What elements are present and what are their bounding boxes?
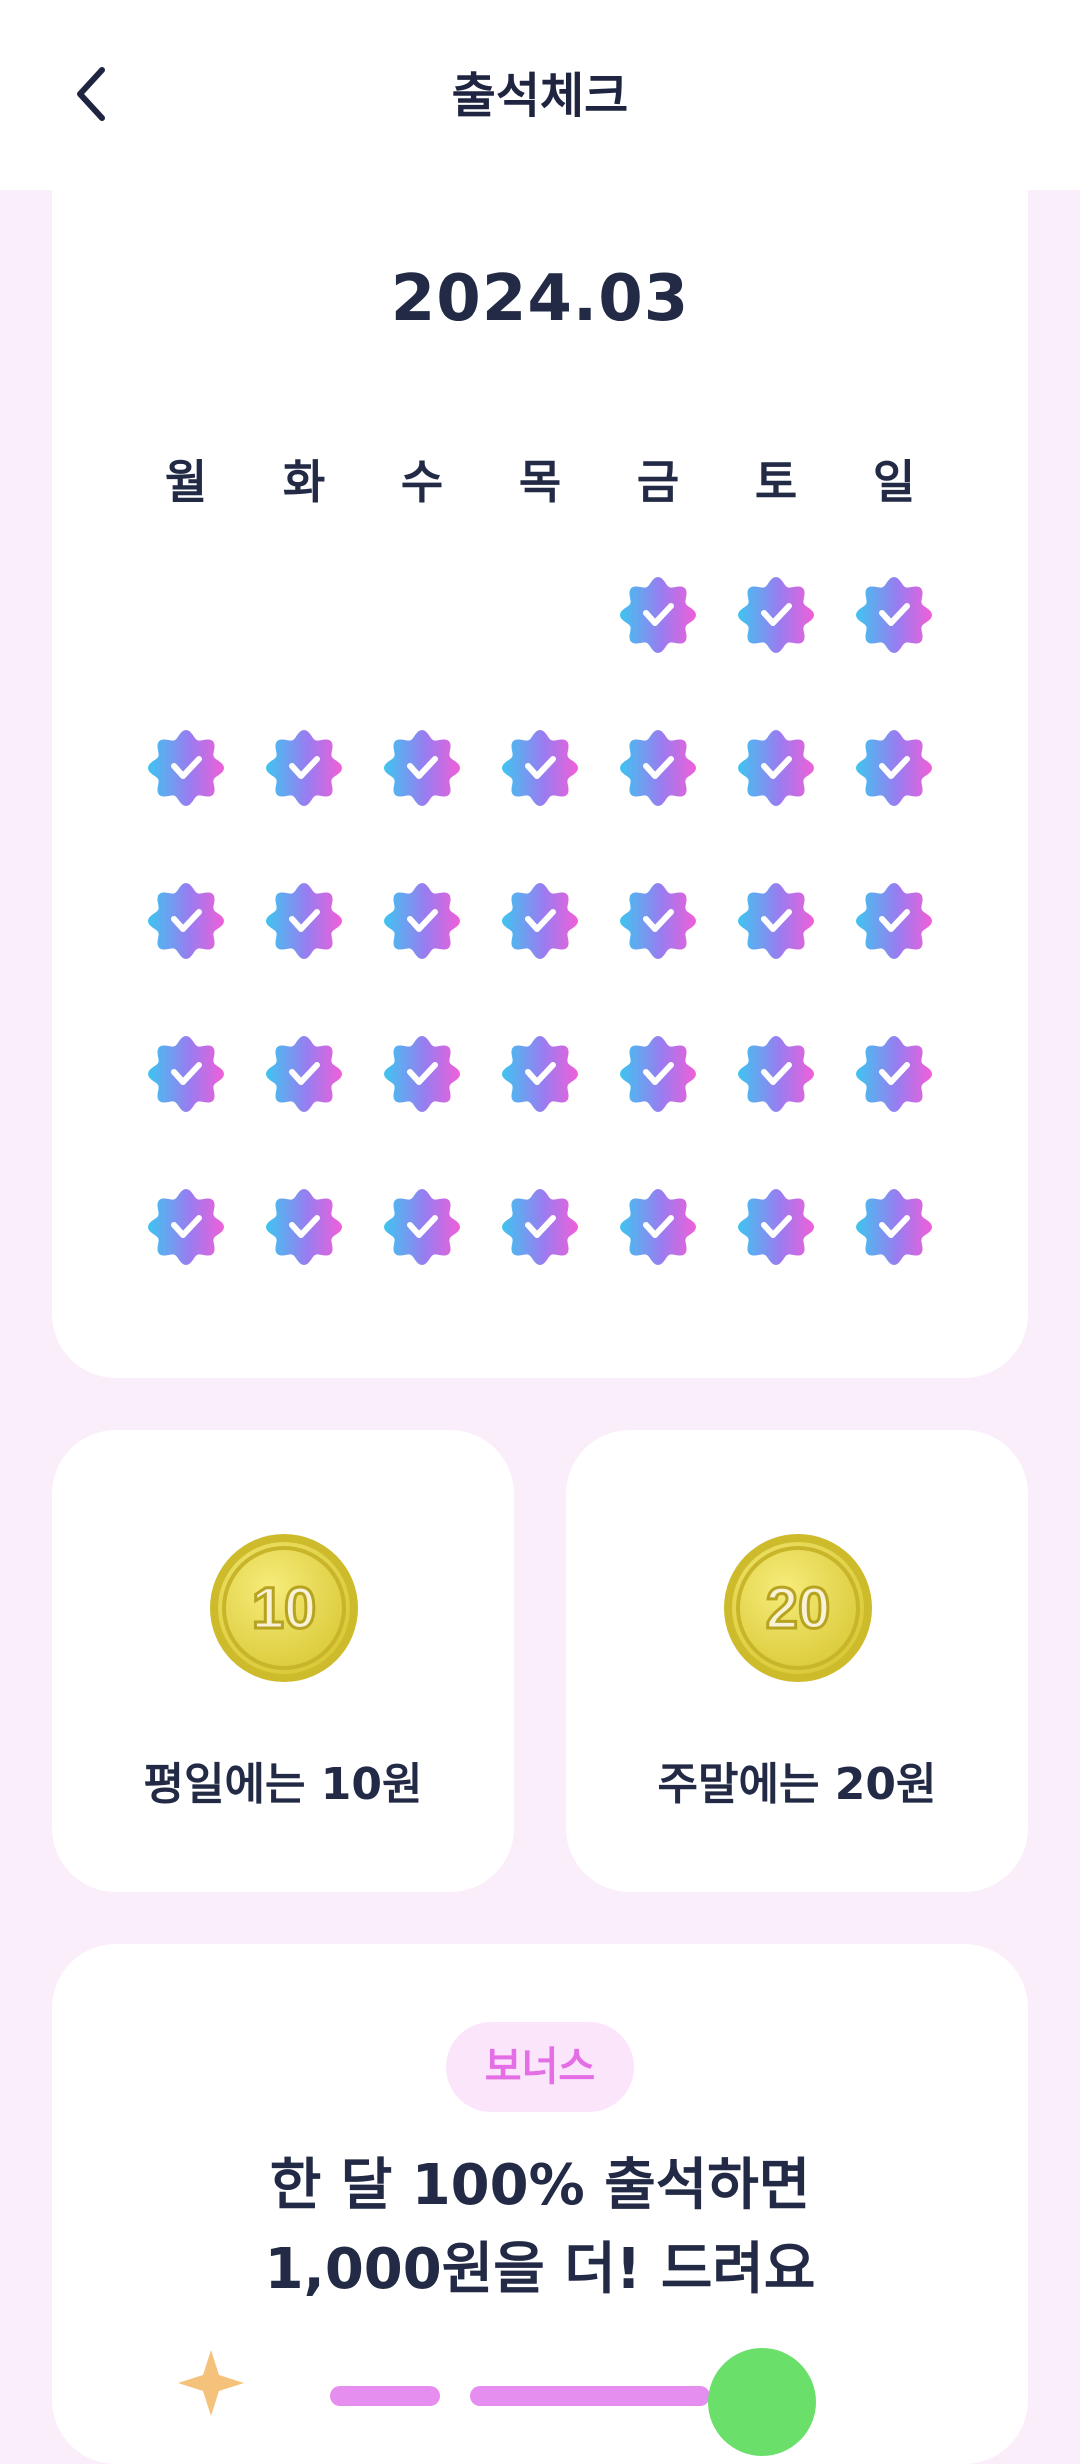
check-badge-icon <box>382 728 462 808</box>
check-badge-icon <box>500 1187 580 1267</box>
calendar-month: 2024.03 <box>390 262 690 336</box>
bonus-text-line-1: 한 달 100% 출석하면 <box>269 2153 811 2218</box>
check-badge-icon <box>854 575 934 655</box>
weekday-label: 화 <box>282 455 326 509</box>
check-badge-icon <box>500 1034 580 1114</box>
top-app-bar: 출석체크 <box>0 0 1080 190</box>
check-badge-icon <box>382 1187 462 1267</box>
check-badge-icon <box>854 881 934 961</box>
coin-10-icon: 10 <box>208 1532 360 1684</box>
weekday-label: 수 <box>400 455 444 509</box>
check-badge-icon <box>146 881 226 961</box>
check-badge-icon <box>854 1034 934 1114</box>
weekday-label: 금 <box>636 455 680 509</box>
check-badge-icon <box>382 881 462 961</box>
decoration-bar <box>470 2386 710 2406</box>
check-badge-icon <box>618 1034 698 1114</box>
weekday-label: 일 <box>872 455 916 509</box>
check-badge-icon <box>146 1187 226 1267</box>
bonus-badge: 보너스 <box>446 2022 634 2112</box>
weekday-label: 월 <box>164 455 208 509</box>
svg-text:10: 10 <box>252 1576 317 1641</box>
bonus-text-line-2: 1,000원을 더! 드려요 <box>264 2237 816 2302</box>
green-check-decoration <box>708 2348 816 2456</box>
check-badge-icon <box>736 1187 816 1267</box>
weekend-reward-card: 20 주말에는 20원 <box>566 1430 1028 1892</box>
check-badge-icon <box>736 881 816 961</box>
check-badge-icon <box>264 728 344 808</box>
page-title: 출석체크 <box>451 68 629 124</box>
check-badge-icon <box>618 728 698 808</box>
coin-20-icon: 20 <box>722 1532 874 1684</box>
check-badge-icon <box>264 1034 344 1114</box>
weekday-label: 토 <box>754 455 798 509</box>
check-badge-icon <box>736 728 816 808</box>
check-badge-icon <box>854 728 934 808</box>
weekday-label: 목 <box>518 455 562 509</box>
check-badge-icon <box>264 881 344 961</box>
check-badge-icon <box>146 1034 226 1114</box>
weekday-reward-text: 평일에는 10원 <box>143 1759 423 1810</box>
check-badge-icon <box>382 1034 462 1114</box>
weekend-reward-text: 주말에는 20원 <box>657 1759 937 1810</box>
check-badge-icon <box>618 1187 698 1267</box>
check-badge-icon <box>264 1187 344 1267</box>
decoration-bar <box>330 2386 440 2406</box>
check-badge-icon <box>736 575 816 655</box>
check-badge-icon <box>618 881 698 961</box>
check-badge-icon <box>618 575 698 655</box>
check-badge-icon <box>500 881 580 961</box>
sparkle-icon <box>176 2348 246 2418</box>
check-badge-icon <box>854 1187 934 1267</box>
check-badge-icon <box>736 1034 816 1114</box>
weekday-reward-card: 10 평일에는 10원 <box>52 1430 514 1892</box>
svg-text:20: 20 <box>766 1576 831 1641</box>
check-badge-icon <box>500 728 580 808</box>
check-badge-icon <box>146 728 226 808</box>
